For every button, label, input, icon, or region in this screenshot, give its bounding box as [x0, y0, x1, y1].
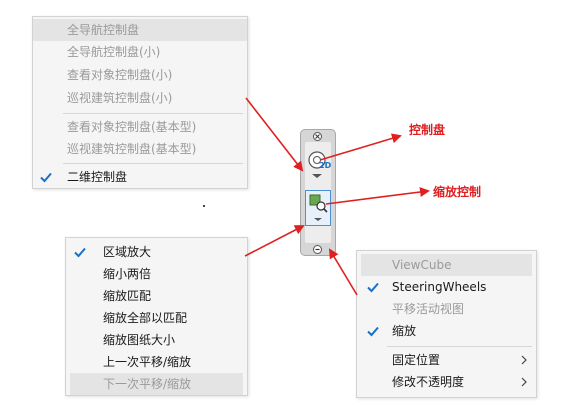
- menu-separator: [387, 346, 532, 347]
- close-icon[interactable]: [313, 132, 322, 141]
- menu-item-label: 固定位置: [392, 353, 441, 367]
- menu-item-zoom-window[interactable]: 区域放大: [66, 241, 247, 263]
- callout-zoom: 缩放控制: [433, 185, 482, 199]
- menu-separator: [63, 163, 243, 164]
- menu-item-label: SteeringWheels: [392, 280, 487, 294]
- stray-dot: [203, 205, 205, 207]
- menu-item-label: ViewCube: [392, 258, 452, 272]
- checkmark-icon: [73, 245, 87, 259]
- menu-item-2d-wheel[interactable]: 二维控制盘: [33, 166, 247, 188]
- menu-item-full-wheel-small[interactable]: 全导航控制盘(小): [33, 41, 247, 63]
- zoom-button[interactable]: [305, 190, 331, 226]
- menu-item-zoom[interactable]: 缩放: [357, 320, 536, 342]
- menu-item-next-pan-zoom[interactable]: 下一次平移/缩放: [70, 373, 243, 395]
- menu-item-label: 区域放大: [103, 245, 152, 259]
- menu-item-label: 全导航控制盘: [67, 23, 140, 37]
- menu-item-label: 上一次平移/缩放: [103, 355, 192, 369]
- arrow-zoom-callout: [325, 187, 430, 205]
- zoom-region-icon: [309, 194, 328, 221]
- navigation-bar-tools: 2D: [305, 142, 331, 243]
- menu-item-label: 二维控制盘: [67, 170, 128, 184]
- navigation-wheel-menu: 全导航控制盘 全导航控制盘(小) 查看对象控制盘(小) 巡视建筑控制盘(小) 查…: [32, 16, 248, 189]
- customize-icon[interactable]: [313, 245, 322, 254]
- menu-item-label: 巡视建筑控制盘(基本型): [67, 142, 197, 156]
- menu-item-label: 修改不透明度: [392, 375, 465, 389]
- menu-item-full-wheel[interactable]: 全导航控制盘: [33, 19, 247, 41]
- menu-item-view-object-wheel-small[interactable]: 查看对象控制盘(小): [33, 64, 247, 86]
- menu-item-label: 缩放匹配: [103, 289, 152, 303]
- menu-item-docking-position[interactable]: 固定位置: [357, 349, 536, 371]
- 2d-wheel-button[interactable]: 2D: [306, 148, 332, 180]
- menu-item-label: 查看对象控制盘(小): [67, 68, 173, 82]
- menu-item-label: 巡视建筑控制盘(小): [67, 91, 173, 105]
- menu-item-label: 查看对象控制盘(基本型): [67, 120, 197, 134]
- menu-item-zoom-all-extents[interactable]: 缩放全部以匹配: [66, 307, 247, 329]
- menu-item-tour-building-wheel-basic[interactable]: 巡视建筑控制盘(基本型): [33, 138, 247, 160]
- menu-item-label: 下一次平移/缩放: [103, 377, 192, 391]
- callout-wheel: 控制盘: [409, 123, 446, 137]
- menu-item-zoom-extents[interactable]: 缩放匹配: [66, 285, 247, 307]
- menu-item-label: 缩放全部以匹配: [103, 311, 188, 325]
- menu-item-previous-pan-zoom[interactable]: 上一次平移/缩放: [66, 351, 247, 373]
- checkmark-icon: [39, 170, 53, 184]
- menu-separator: [63, 113, 243, 114]
- checkmark-icon: [366, 324, 380, 338]
- menu-item-steeringwheels[interactable]: SteeringWheels: [357, 276, 536, 298]
- menu-item-label: 全导航控制盘(小): [67, 45, 161, 59]
- arrow-menu3-to-bar: [328, 248, 358, 296]
- arrow-menu1-to-wheel: [245, 97, 304, 172]
- arrow-menu2-to-zoom: [244, 225, 305, 257]
- zoom-menu: 区域放大 缩小两倍 缩放匹配 缩放全部以匹配 缩放图纸大小 上一次平移/缩放 下…: [65, 237, 248, 396]
- menu-item-view-object-wheel-basic[interactable]: 查看对象控制盘(基本型): [33, 116, 247, 138]
- navigation-bar-options-menu: ViewCube SteeringWheels 平移活动视图 缩放 固定位置 修…: [356, 250, 537, 398]
- menu-item-change-opacity[interactable]: 修改不透明度: [357, 371, 536, 393]
- menu-item-label: 平移活动视图: [392, 302, 465, 316]
- menu-item-viewcube[interactable]: ViewCube: [361, 254, 532, 276]
- menu-item-pan-active-view[interactable]: 平移活动视图: [357, 298, 536, 320]
- menu-item-label: 缩小两倍: [103, 267, 152, 281]
- menu-item-tour-building-wheel-small[interactable]: 巡视建筑控制盘(小): [33, 87, 247, 109]
- checkmark-icon: [366, 280, 380, 294]
- navigation-bar: 2D: [300, 129, 336, 256]
- menu-item-zoom-out-2x[interactable]: 缩小两倍: [66, 263, 247, 285]
- chevron-right-icon: [520, 371, 528, 400]
- menu-item-label: 缩放: [392, 324, 417, 338]
- menu-item-label: 缩放图纸大小: [103, 333, 176, 347]
- menu-item-zoom-sheet-size[interactable]: 缩放图纸大小: [66, 329, 247, 351]
- 2d-badge: 2D: [319, 161, 332, 170]
